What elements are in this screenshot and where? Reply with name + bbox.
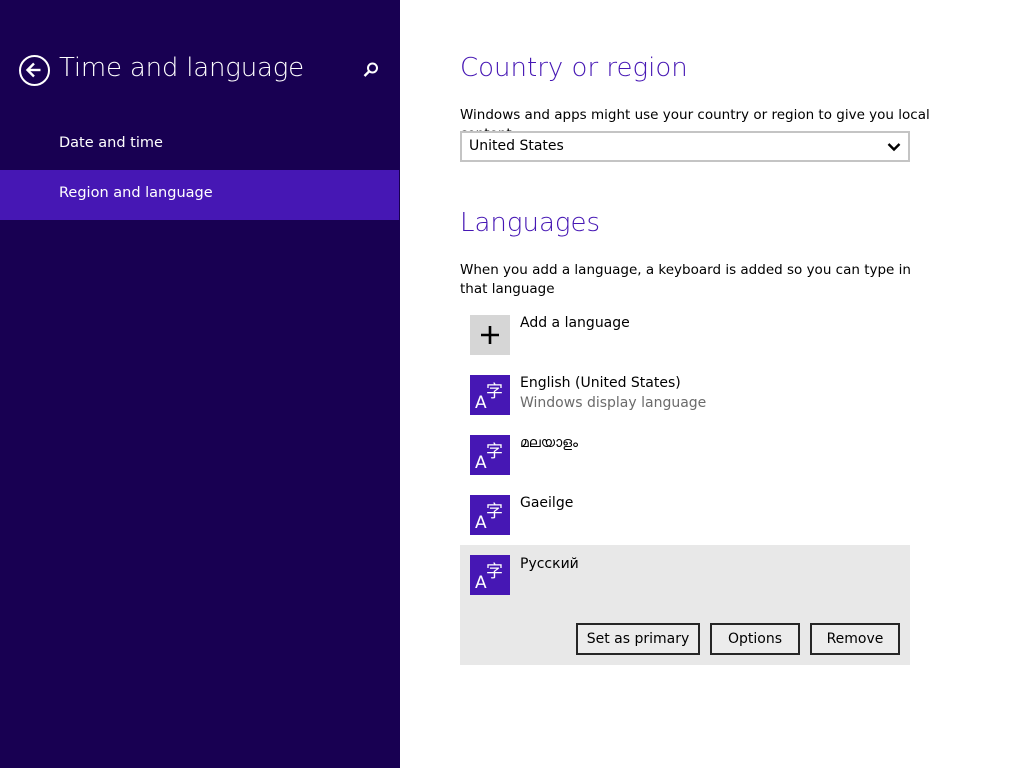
language-icon: A 字 — [470, 495, 510, 535]
options-button[interactable]: Options — [710, 623, 800, 655]
language-icon: A 字 — [470, 375, 510, 415]
svg-text:字: 字 — [486, 442, 503, 462]
country-heading: Country or region — [460, 53, 688, 83]
set-as-primary-button[interactable]: Set as primary — [576, 623, 700, 655]
language-item-irish[interactable]: A 字 Gaeilge — [460, 490, 910, 550]
plus-icon — [481, 326, 499, 344]
language-name: English (United States) — [520, 375, 681, 391]
add-tile — [470, 315, 510, 355]
page-title: Time and language — [59, 53, 304, 83]
back-arrow-icon — [25, 62, 41, 78]
back-button[interactable] — [19, 55, 50, 86]
svg-text:字: 字 — [486, 382, 503, 402]
remove-button[interactable]: Remove — [810, 623, 900, 655]
language-item-malayalam[interactable]: A 字 മലയാളം — [460, 430, 910, 490]
main-content: Country or region Windows and apps might… — [400, 0, 1024, 768]
country-select[interactable]: United States — [460, 131, 910, 162]
chevron-down-icon — [887, 143, 901, 152]
language-icon: A 字 — [470, 555, 510, 595]
language-subtitle: Windows display language — [520, 395, 707, 411]
languages-description: When you add a language, a keyboard is a… — [460, 262, 911, 297]
sidebar-item-region-and-language[interactable]: Region and language — [0, 170, 399, 220]
svg-text:字: 字 — [486, 562, 503, 582]
search-icon[interactable] — [362, 61, 380, 79]
sidebar-item-label: Date and time — [59, 135, 163, 151]
add-language-button[interactable]: Add a language — [460, 310, 910, 370]
svg-text:字: 字 — [486, 502, 503, 522]
country-select-value: United States — [469, 138, 564, 154]
sidebar-item-label: Region and language — [59, 185, 213, 201]
sidebar: Time and language Date and time Region a… — [0, 0, 400, 768]
language-item-english[interactable]: A 字 English (United States) Windows disp… — [460, 370, 910, 430]
add-language-label: Add a language — [520, 315, 630, 331]
language-icon: A 字 — [470, 435, 510, 475]
sidebar-item-date-and-time[interactable]: Date and time — [0, 120, 399, 170]
language-name: Русский — [520, 556, 579, 572]
languages-heading: Languages — [460, 208, 601, 238]
language-name: Gaeilge — [520, 495, 574, 511]
language-item-russian[interactable]: A 字 Русский Set as primary Options Remov… — [460, 545, 910, 665]
language-name: മലയാളം — [520, 435, 579, 451]
